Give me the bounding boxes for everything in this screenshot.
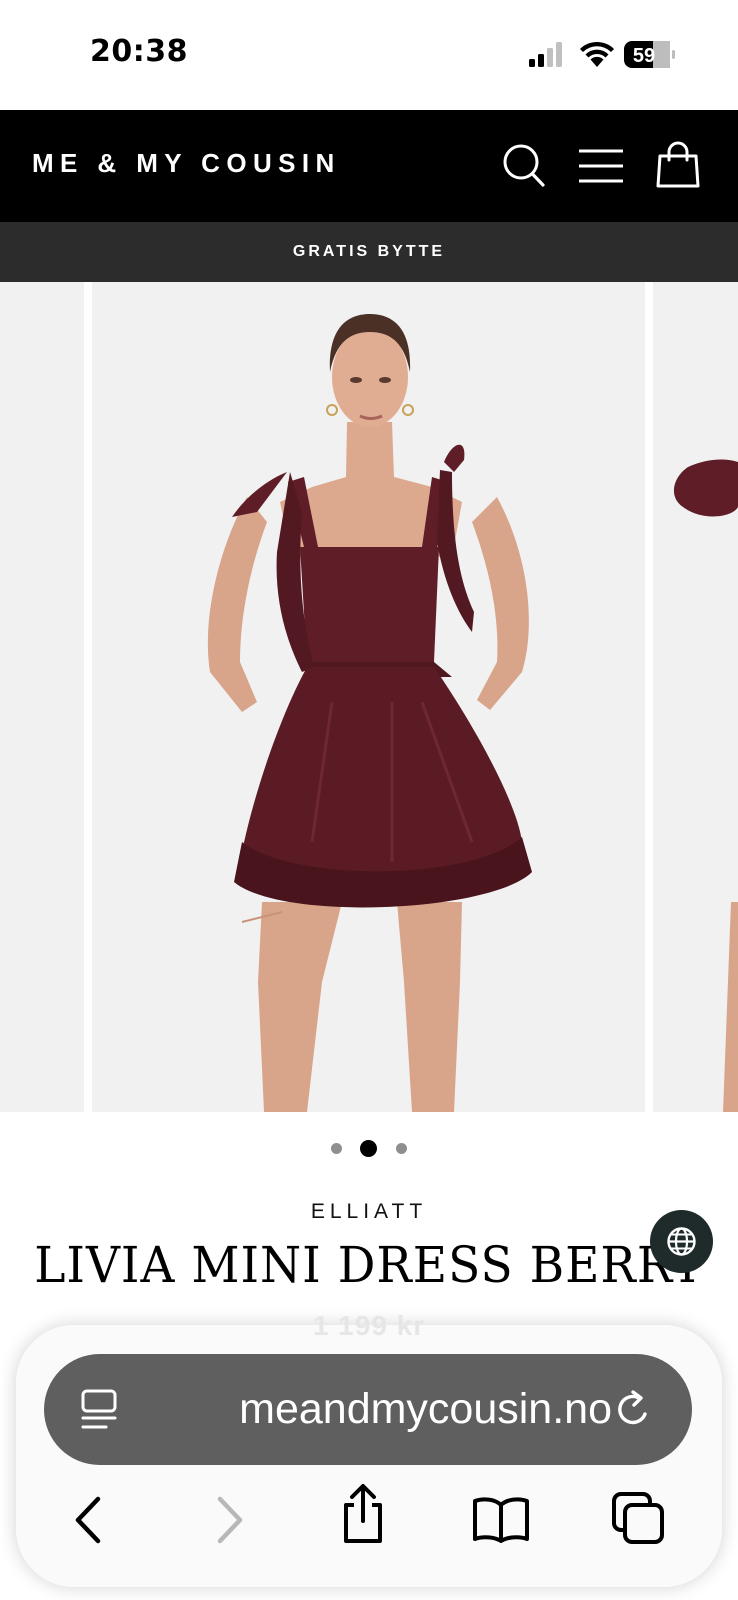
next-image-preview <box>673 459 738 1112</box>
tabs-icon[interactable] <box>610 1490 666 1546</box>
pagination-dot-3[interactable] <box>396 1143 407 1154</box>
language-button[interactable] <box>650 1210 713 1273</box>
share-icon[interactable] <box>338 1483 388 1545</box>
page-menu-icon[interactable] <box>80 1389 118 1431</box>
forward-icon[interactable] <box>212 1495 248 1545</box>
product-image[interactable] <box>92 282 717 1112</box>
pagination-dot-1[interactable] <box>331 1143 342 1154</box>
product-brand[interactable]: ELLIATT <box>0 1200 738 1224</box>
product-image-gallery[interactable] <box>0 282 738 1112</box>
product-title: LIVIA MINI DRESS BERRY <box>34 1236 704 1295</box>
bookmarks-icon[interactable] <box>471 1495 531 1543</box>
cellular-signal-icon <box>529 42 562 67</box>
back-icon[interactable] <box>70 1495 106 1545</box>
previous-image-slide[interactable] <box>0 282 84 1112</box>
status-time: 20:38 <box>90 34 188 69</box>
menu-icon[interactable] <box>578 148 624 184</box>
dress-model-image <box>207 314 532 1112</box>
url-text-container[interactable]: meandmycousin.no <box>152 1383 612 1435</box>
product-price-partial: 1 199 kr <box>312 1310 426 1341</box>
battery-icon: 59 <box>624 41 675 68</box>
shopping-bag-icon[interactable] <box>656 140 700 188</box>
gallery-pagination <box>0 1138 738 1158</box>
wifi-icon <box>580 41 614 67</box>
promo-banner[interactable]: GRATIS BYTTE <box>0 222 738 282</box>
pagination-dot-2-active[interactable] <box>360 1140 377 1157</box>
battery-level: 59 <box>633 45 655 67</box>
url-text: meandmycousin.no <box>239 1385 612 1433</box>
search-icon[interactable] <box>503 144 545 188</box>
site-logo[interactable]: ME & MY COUSIN <box>32 148 341 179</box>
next-image-slide[interactable] <box>653 282 738 1112</box>
address-bar[interactable]: meandmycousin.no <box>44 1354 692 1465</box>
status-bar: 20:38 59 <box>0 0 738 110</box>
reload-icon[interactable] <box>612 1388 656 1432</box>
globe-icon <box>667 1227 696 1256</box>
site-header: ME & MY COUSIN <box>0 110 738 222</box>
